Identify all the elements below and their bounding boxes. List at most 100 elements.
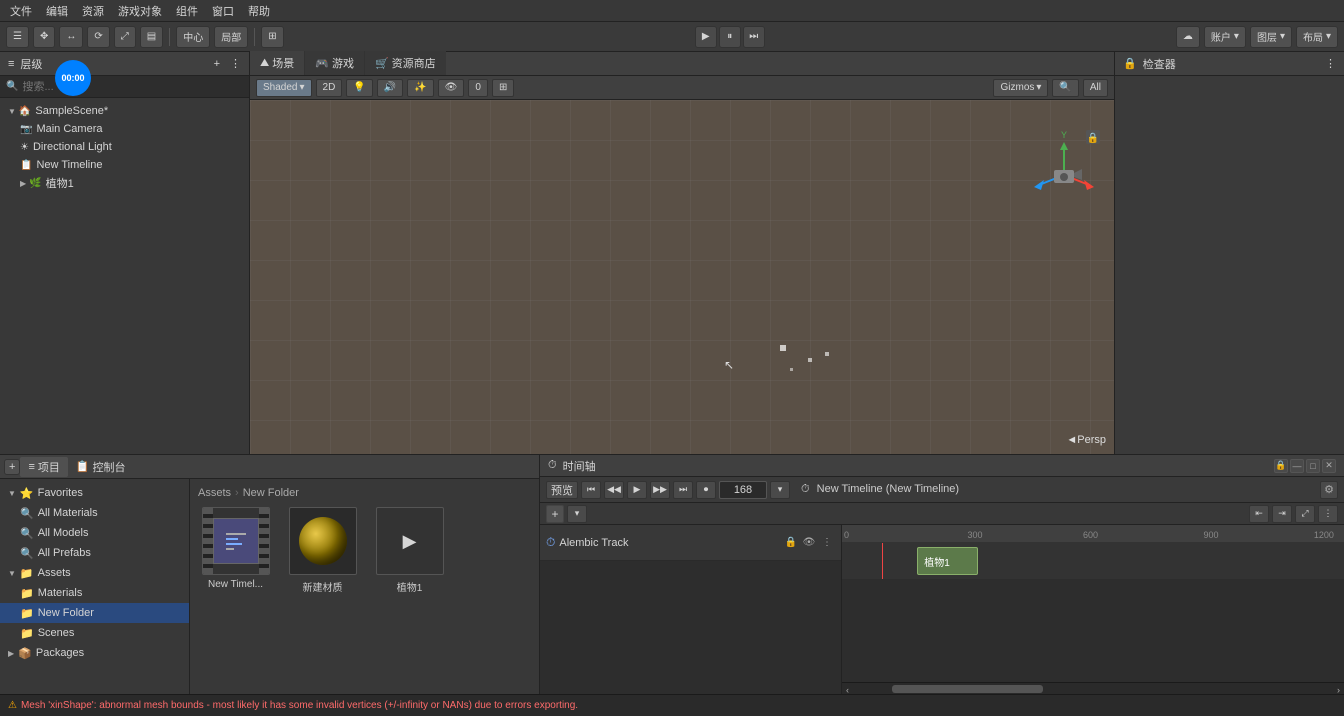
- tl-min-btn[interactable]: —: [1290, 459, 1304, 473]
- tl-clip-plant[interactable]: 植物1: [917, 547, 977, 575]
- center-btn[interactable]: 中心: [176, 26, 210, 48]
- tl-frame-input[interactable]: [719, 481, 767, 499]
- hier-item-directionallight[interactable]: ☀ Directional Light: [0, 138, 249, 156]
- gizmos-btn[interactable]: Gizmos ▾: [993, 79, 1048, 97]
- all-prefabs-label: All Prefabs: [38, 547, 91, 559]
- mouse-cursor: ↖: [724, 358, 734, 372]
- hierarchy-menu-btn[interactable]: ⋮: [230, 57, 241, 70]
- hier-item-plant[interactable]: ▶ 🌿 植物1: [0, 174, 249, 192]
- tl-play-btn[interactable]: ▶: [627, 481, 647, 499]
- scene-viewport[interactable]: 🔒 Y: [250, 100, 1114, 454]
- play-icon: ▶: [403, 531, 417, 552]
- add-asset-btn[interactable]: +: [4, 459, 20, 475]
- pause-button[interactable]: ⏸: [719, 26, 741, 48]
- hier-item-maincamera[interactable]: 📷 Main Camera: [0, 120, 249, 138]
- render-stat-btn[interactable]: 0: [468, 79, 488, 97]
- proj-all-models[interactable]: 🔍 All Models: [0, 523, 189, 543]
- tl-add-track-btn[interactable]: +: [546, 505, 564, 523]
- breadcrumb-folder[interactable]: New Folder: [243, 487, 299, 499]
- hier-item-samplescene[interactable]: ▼ 🏠 SampleScene*: [0, 102, 249, 120]
- tl-track-in-btn[interactable]: ⇤: [1249, 505, 1269, 523]
- asset-new-timeline[interactable]: New Timel...: [198, 507, 273, 594]
- tl-track-ctrl-1[interactable]: ▾: [567, 505, 587, 523]
- tl-timeline-icon: ⏱: [801, 483, 810, 495]
- cloud-btn[interactable]: ☁: [1176, 26, 1200, 48]
- tab-console[interactable]: 📋 控制台: [68, 457, 134, 477]
- proj-all-materials[interactable]: 🔍 All Materials: [0, 503, 189, 523]
- search-scene-btn[interactable]: 🔍: [1052, 79, 1078, 97]
- track-lock-btn[interactable]: 🔒: [783, 535, 799, 551]
- tl-close-btn[interactable]: ✕: [1322, 459, 1336, 473]
- tab-scene[interactable]: ⛰ 场景: [250, 51, 305, 75]
- tl-scrollbar[interactable]: › ‹: [842, 682, 1344, 694]
- transform-hand[interactable]: ☰: [6, 26, 29, 48]
- tl-playhead[interactable]: [882, 543, 883, 579]
- play-button[interactable]: ▶: [695, 26, 717, 48]
- timeline-inner: [213, 518, 259, 564]
- scene-gizmo[interactable]: 🔒 Y: [1024, 130, 1104, 210]
- menu-gameobject[interactable]: 游戏对象: [112, 1, 168, 21]
- tl-prev-btn[interactable]: ◀◀: [604, 481, 624, 499]
- proj-packages[interactable]: ▶ 📦 Packages: [0, 643, 189, 663]
- proj-assets[interactable]: ▼ 📁 Assets: [0, 563, 189, 583]
- tl-start-btn[interactable]: ⏮: [581, 481, 601, 499]
- transform-scale[interactable]: ⟳: [87, 26, 109, 48]
- menu-assets[interactable]: 资源: [76, 1, 110, 21]
- proj-scenes[interactable]: 📁 Scenes: [0, 623, 189, 643]
- transform-rotate[interactable]: ↔: [59, 26, 83, 48]
- transform-rect[interactable]: ⤢: [114, 26, 136, 48]
- grid-scene-btn[interactable]: ⊞: [492, 79, 514, 97]
- hier-item-newtimeline[interactable]: 📋 New Timeline: [0, 156, 249, 174]
- tl-record-btn[interactable]: ⏺: [696, 481, 716, 499]
- tl-track-zoom-btn[interactable]: ⤢: [1295, 505, 1315, 523]
- tl-lock-btn[interactable]: 🔒: [1274, 459, 1288, 473]
- audio-btn[interactable]: 🔊: [377, 79, 403, 97]
- lock-icon[interactable]: 🔒: [1123, 57, 1137, 70]
- asset-prefab[interactable]: ▶ 植物1: [372, 507, 447, 594]
- menu-help[interactable]: 帮助: [242, 1, 276, 21]
- breadcrumb-assets[interactable]: Assets: [198, 487, 231, 499]
- step-button[interactable]: ⏭: [743, 26, 765, 48]
- track-menu-btn[interactable]: ⋮: [819, 535, 835, 551]
- tl-max-btn[interactable]: □: [1306, 459, 1320, 473]
- transform-multi[interactable]: ▤: [140, 26, 163, 48]
- menu-window[interactable]: 窗口: [206, 1, 240, 21]
- hierarchy-add-btn[interactable]: +: [214, 58, 220, 70]
- tl-next-btn[interactable]: ▶▶: [650, 481, 670, 499]
- proj-all-prefabs[interactable]: 🔍 All Prefabs: [0, 543, 189, 563]
- all-btn[interactable]: All: [1083, 79, 1108, 97]
- tl-dropdown-arrow[interactable]: ▾: [770, 481, 790, 499]
- proj-favorites[interactable]: ▼ ⭐ Favorites: [0, 483, 189, 503]
- lighting-btn[interactable]: 💡: [346, 79, 372, 97]
- layers-btn[interactable]: 图层 ▾: [1250, 26, 1292, 48]
- tab-asset-store[interactable]: 🛒 资源商店: [365, 51, 446, 75]
- tl-scroll-thumb[interactable]: [892, 685, 1043, 693]
- asset-material[interactable]: 新建材质: [285, 507, 360, 594]
- menu-file[interactable]: 文件: [4, 1, 38, 21]
- menu-edit[interactable]: 编辑: [40, 1, 74, 21]
- tl-scroll-left[interactable]: ‹: [846, 685, 849, 694]
- menu-component[interactable]: 组件: [170, 1, 204, 21]
- layout-btn[interactable]: 布局 ▾: [1296, 26, 1338, 48]
- tl-end-btn[interactable]: ⏭: [673, 481, 693, 499]
- local-btn[interactable]: 局部: [214, 26, 248, 48]
- tl-settings-btn[interactable]: ⚙: [1320, 481, 1338, 499]
- proj-new-folder[interactable]: 📁 New Folder: [0, 603, 189, 623]
- tab-project[interactable]: ≡ 项目: [20, 457, 67, 477]
- tl-track-settings-btn[interactable]: ⋮: [1318, 505, 1338, 523]
- scene-vis-btn[interactable]: 👁: [438, 79, 465, 97]
- tl-track-out-btn[interactable]: ⇥: [1272, 505, 1292, 523]
- inspector-menu[interactable]: ⋮: [1325, 57, 1336, 70]
- proj-materials[interactable]: 📁 Materials: [0, 583, 189, 603]
- grid-btn[interactable]: ⊞: [261, 26, 283, 48]
- 2d-btn[interactable]: 2D: [316, 79, 343, 97]
- tl-scroll-right[interactable]: ›: [1337, 685, 1340, 694]
- tab-game[interactable]: 🎮 游戏: [305, 51, 365, 75]
- shading-btn[interactable]: Shaded ▾: [256, 79, 312, 97]
- materials-label: Materials: [38, 587, 83, 599]
- transform-move[interactable]: ✥: [33, 26, 55, 48]
- track-vis-btn[interactable]: 👁: [801, 535, 817, 551]
- track-alembic[interactable]: ⏱ Alembic Track 🔒 👁 ⋮: [540, 525, 841, 561]
- account-btn[interactable]: 账户 ▾: [1204, 26, 1246, 48]
- effects-btn[interactable]: ✨: [407, 79, 433, 97]
